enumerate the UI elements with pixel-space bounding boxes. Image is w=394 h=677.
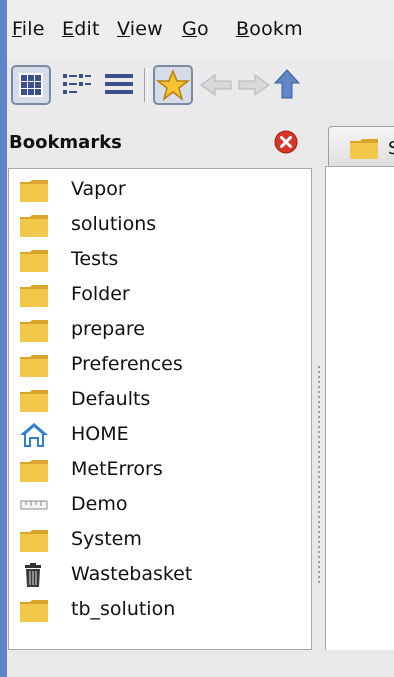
bookmark-label: HOME [71, 423, 129, 445]
list-view-icon [105, 74, 133, 94]
location-tabbar: S [325, 118, 394, 168]
status-area [7, 650, 394, 677]
bookmarks-list: Vapor solutions Tests Folder prepare Pre… [8, 168, 312, 650]
bookmark-label: tb_solution [71, 598, 176, 620]
bookmark-item-system[interactable]: System [19, 525, 309, 555]
bookmark-label: System [71, 528, 142, 550]
bookmarks-panel-header: Bookmarks [7, 118, 313, 166]
bookmark-label: Vapor [71, 178, 126, 200]
folder-icon [20, 390, 48, 412]
bookmark-item-tb-solution[interactable]: tb_solution [19, 595, 309, 625]
icon-view-icon [19, 73, 43, 97]
bookmark-label: Defaults [71, 388, 151, 410]
window-edge [0, 0, 7, 677]
bookmark-label: prepare [71, 318, 145, 340]
bookmarks-star-icon [155, 68, 191, 101]
bookmark-label: Demo [71, 493, 128, 515]
bookmark-item-solutions[interactable]: solutions [19, 210, 309, 240]
tab-label: S [388, 138, 394, 159]
splitter-grip[interactable] [318, 366, 320, 586]
bookmark-label: Tests [71, 248, 119, 270]
bookmark-item-meterrors[interactable]: MetErrors [19, 455, 309, 485]
bookmark-item-wastebasket[interactable]: Wastebasket [19, 560, 309, 590]
bookmark-item-tests[interactable]: Tests [19, 245, 309, 275]
bookmark-label: Wastebasket [71, 563, 193, 585]
trash-icon [25, 563, 41, 587]
bookmark-label: solutions [71, 213, 157, 235]
bookmark-label: Preferences [71, 353, 183, 375]
close-panel-button[interactable] [274, 130, 298, 154]
up-arrow-icon [273, 69, 301, 99]
folder-icon [350, 139, 378, 159]
ruler-icon [20, 500, 48, 510]
folder-icon [20, 285, 48, 307]
folder-icon [20, 320, 48, 342]
folder-icon [20, 355, 48, 377]
folder-icon [20, 460, 48, 482]
bookmarks-toggle-button[interactable] [153, 65, 193, 105]
compact-view-icon [63, 74, 91, 94]
file-manager-window: File Edit View Go Bookm Bookmarks Vapor … [0, 0, 394, 677]
bookmark-item-home[interactable]: HOME [19, 420, 309, 450]
home-icon [20, 423, 48, 447]
toolbar [7, 62, 394, 118]
compact-view-button[interactable] [57, 65, 97, 105]
menu-file[interactable]: File [12, 18, 45, 40]
close-icon [274, 130, 298, 154]
bookmark-item-folder[interactable]: Folder [19, 280, 309, 310]
menu-view[interactable]: View [117, 18, 163, 40]
back-arrow-icon [200, 74, 232, 96]
menu-edit[interactable]: Edit [62, 18, 100, 40]
bookmark-item-prepare[interactable]: prepare [19, 315, 309, 345]
folder-icon [20, 180, 48, 202]
icon-view-button[interactable] [11, 65, 51, 105]
pane-splitter[interactable] [313, 168, 325, 650]
bookmark-label: MetErrors [71, 458, 163, 480]
menu-bookmarks[interactable]: Bookm [236, 18, 303, 40]
menubar: File Edit View Go Bookm [7, 0, 394, 62]
list-view-button[interactable] [99, 65, 139, 105]
toolbar-separator [144, 68, 148, 102]
bookmarks-panel-title: Bookmarks [9, 132, 122, 153]
bookmark-item-defaults[interactable]: Defaults [19, 385, 309, 415]
folder-icon [20, 250, 48, 272]
folder-icon [20, 530, 48, 552]
menu-go[interactable]: Go [182, 18, 209, 40]
bookmark-item-demo[interactable]: Demo [19, 490, 309, 520]
bookmark-item-vapor[interactable]: Vapor [19, 175, 309, 205]
bookmark-item-preferences[interactable]: Preferences [19, 350, 309, 380]
file-view-area[interactable] [325, 166, 394, 650]
bookmark-label: Folder [71, 283, 130, 305]
location-tab[interactable]: S [328, 126, 394, 167]
folder-icon [20, 215, 48, 237]
folder-icon [20, 600, 48, 622]
up-button[interactable] [267, 65, 307, 105]
back-button[interactable] [197, 65, 237, 105]
